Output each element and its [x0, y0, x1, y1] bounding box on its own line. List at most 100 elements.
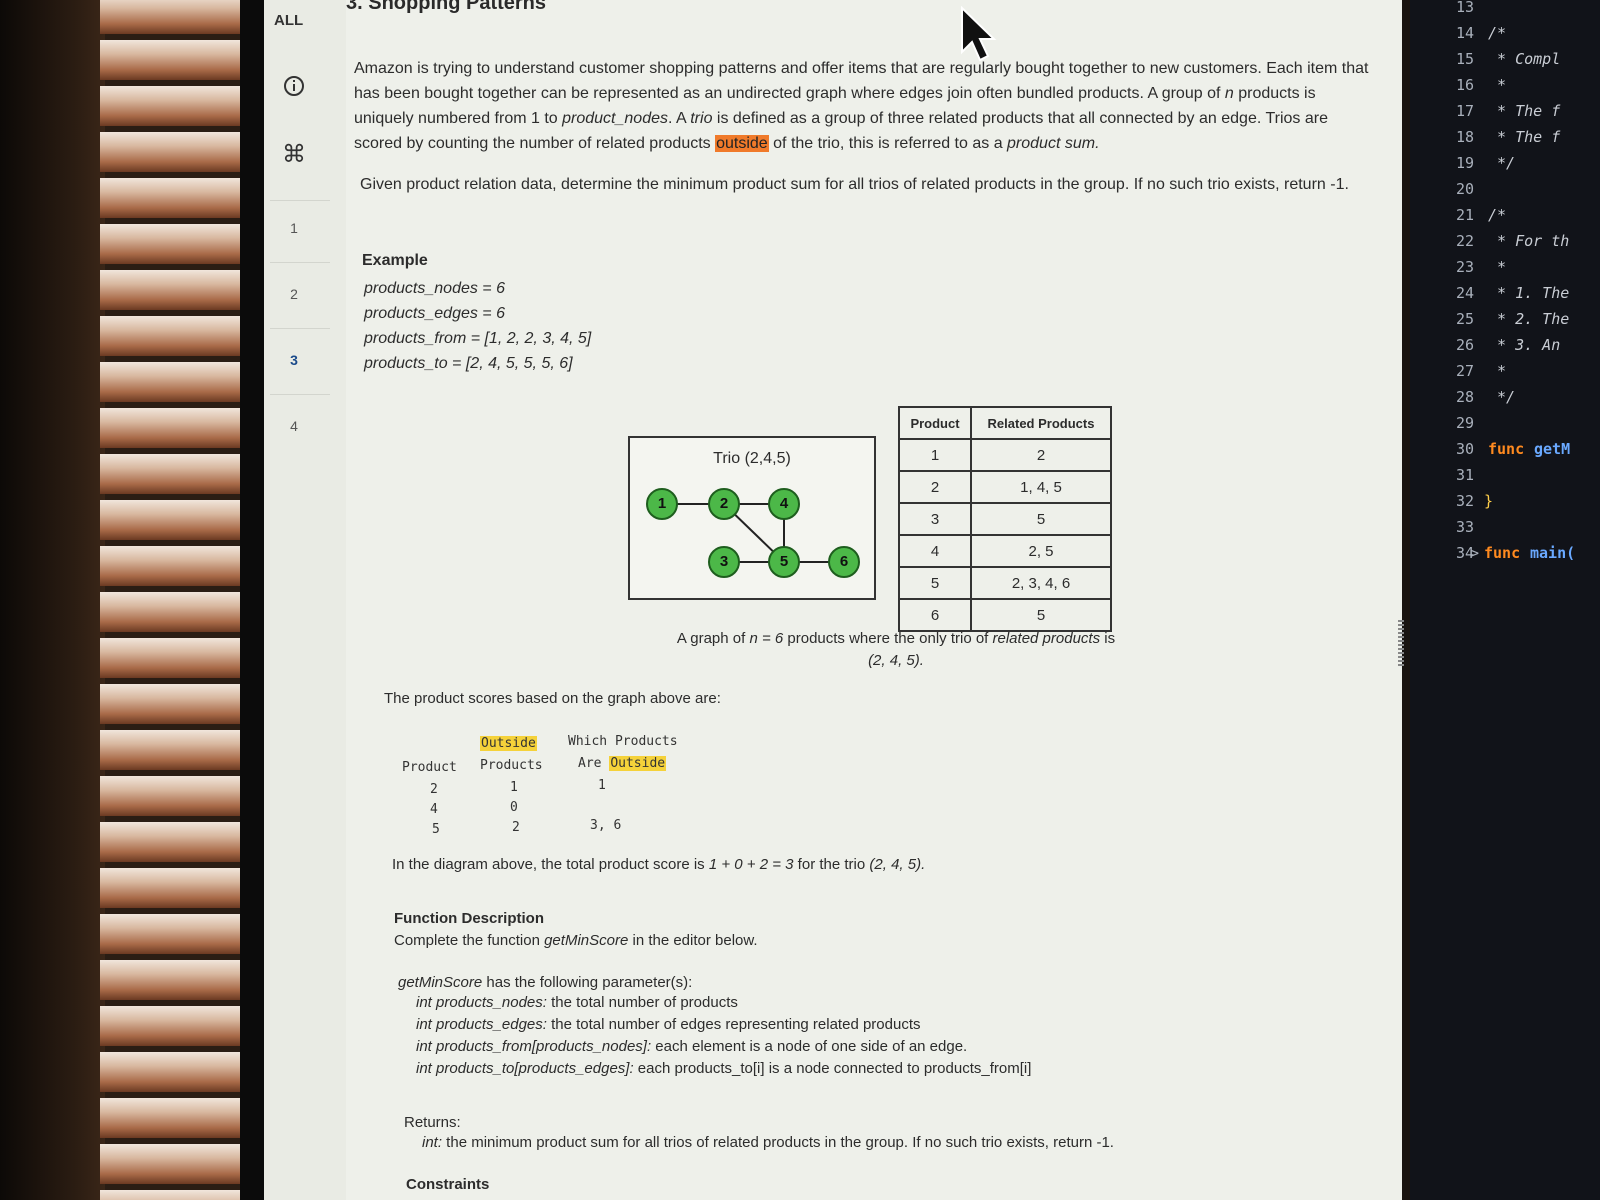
- total-score-text: In the diagram above, the total product …: [392, 856, 926, 873]
- monitor-bezel: [240, 0, 264, 1200]
- line-number: 19: [1455, 154, 1474, 172]
- blind-slat: [100, 362, 250, 402]
- code-line: * The f: [1488, 102, 1561, 120]
- graph-node-2: 2: [708, 488, 740, 520]
- table-cell: 5: [970, 598, 1112, 632]
- blind-slat: [100, 1190, 250, 1200]
- code-line: /*: [1488, 24, 1507, 42]
- line-number: 25: [1455, 310, 1474, 328]
- info-icon[interactable]: [282, 74, 306, 105]
- blind-slat: [100, 224, 250, 264]
- line-number: 28: [1455, 388, 1474, 406]
- score-product: 4: [430, 802, 438, 817]
- line-number: 14: [1455, 24, 1474, 42]
- nav-item-1[interactable]: 1: [264, 220, 324, 236]
- code-line: */: [1488, 154, 1516, 172]
- line-number: 17: [1455, 102, 1474, 120]
- code-editor[interactable]: 13 14 /* 15 * Compl 16 * 17 * The f 18 *…: [1410, 0, 1600, 1200]
- nav-item-4[interactable]: 4: [264, 418, 324, 434]
- nav-all-link[interactable]: ALL: [274, 12, 303, 29]
- nav-divider: [270, 200, 330, 201]
- code-line: * 3. An: [1488, 336, 1561, 354]
- blind-slat: [100, 822, 250, 862]
- line-number: 32: [1455, 492, 1474, 510]
- score-which: 1: [598, 778, 606, 793]
- line-number: 20: [1455, 180, 1474, 198]
- mouse-cursor-icon: [960, 5, 1000, 69]
- table-cell: 5: [970, 502, 1112, 536]
- code-line: * 2. The: [1488, 310, 1570, 328]
- blind-slat: [100, 86, 250, 126]
- blind-slat: [100, 776, 250, 816]
- line-number: 33: [1455, 518, 1474, 536]
- table-cell: 2, 3, 4, 6: [970, 566, 1112, 600]
- nav-divider: [270, 394, 330, 395]
- blind-slat: [100, 1144, 250, 1184]
- function-name: main(: [1530, 544, 1576, 562]
- graph-node-3: 3: [708, 546, 740, 578]
- score-header-are-outside: Are Outside: [578, 756, 667, 771]
- parameter-item: int products_edges: the total number of …: [416, 1016, 921, 1033]
- score-header-product: Product: [402, 760, 457, 775]
- problem-nav-rail: ALL ⌘ 1 2 3 4: [264, 0, 347, 1200]
- line-number: 21: [1455, 206, 1474, 224]
- table-row: 4 2, 5: [898, 534, 1112, 568]
- line-number: 13: [1455, 0, 1474, 16]
- example-heading: Example: [362, 252, 428, 269]
- returns-heading: Returns:: [404, 1114, 461, 1131]
- blind-slat: [100, 454, 250, 494]
- graph-node-1: 1: [646, 488, 678, 520]
- parameters-list: int products_nodes: the total number of …: [416, 992, 1031, 1080]
- blind-slat: [100, 1098, 250, 1138]
- command-icon[interactable]: ⌘: [282, 140, 306, 169]
- table-cell: 6: [898, 598, 972, 632]
- nav-item-2[interactable]: 2: [264, 286, 324, 302]
- blind-slat: [100, 40, 250, 80]
- problem-title: 3. Shopping Patterns: [346, 0, 547, 14]
- line-number: 26: [1455, 336, 1474, 354]
- blind-slat: [100, 0, 250, 34]
- score-outside: 2: [512, 820, 520, 835]
- problem-statement: 3. Shopping Patterns Amazon is trying to…: [346, 0, 1402, 1200]
- code-line: * For th: [1488, 232, 1570, 250]
- score-which: 3, 6: [590, 818, 622, 833]
- blind-slat: [100, 408, 250, 448]
- line-number: 22: [1455, 232, 1474, 250]
- blind-slat: [100, 684, 250, 724]
- table-cell: 4: [898, 534, 972, 568]
- table-row: 2 1, 4, 5: [898, 470, 1112, 504]
- code-line: *: [1488, 258, 1507, 276]
- table-header: Related Products: [970, 406, 1112, 440]
- dark-wall: [0, 0, 105, 1200]
- parameter-item: int products_to[products_edges]: each pr…: [416, 1060, 1032, 1077]
- score-header-which: Which Products: [568, 734, 678, 749]
- blind-slat: [100, 730, 250, 770]
- panel-resize-handle[interactable]: [1398, 620, 1404, 666]
- table-cell: 2, 5: [970, 534, 1112, 568]
- blind-slat: [100, 546, 250, 586]
- nav-item-3[interactable]: 3: [264, 352, 324, 368]
- blind-slat: [100, 178, 250, 218]
- score-product: 5: [432, 822, 440, 837]
- blind-slat: [100, 914, 250, 954]
- fold-arrow-icon[interactable]: >: [1470, 544, 1479, 562]
- problem-paragraph-1: Amazon is trying to understand customer …: [354, 60, 1369, 152]
- returns-text: int: the minimum product sum for all tri…: [422, 1134, 1114, 1151]
- line-number: 30: [1455, 440, 1474, 458]
- blind-slat: [100, 638, 250, 678]
- score-product: 2: [430, 782, 438, 797]
- func-keyword: func: [1488, 440, 1525, 458]
- blind-slat: [100, 132, 250, 172]
- related-products-table: Product Related Products 12 2 1, 4, 5 35 …: [898, 406, 1112, 632]
- closing-brace: }: [1484, 492, 1494, 510]
- blind-slat: [100, 1052, 250, 1092]
- line-number: 16: [1455, 76, 1474, 94]
- example-line: products_nodes = 6: [364, 280, 505, 297]
- func-keyword: func: [1484, 544, 1521, 562]
- blind-slat: [100, 960, 250, 1000]
- score-outside: 1: [510, 780, 518, 795]
- function-description-text: Complete the function getMinScore in the…: [394, 932, 758, 949]
- code-line: *: [1488, 362, 1507, 380]
- line-number: 29: [1455, 414, 1474, 432]
- table-cell: 2: [898, 470, 972, 504]
